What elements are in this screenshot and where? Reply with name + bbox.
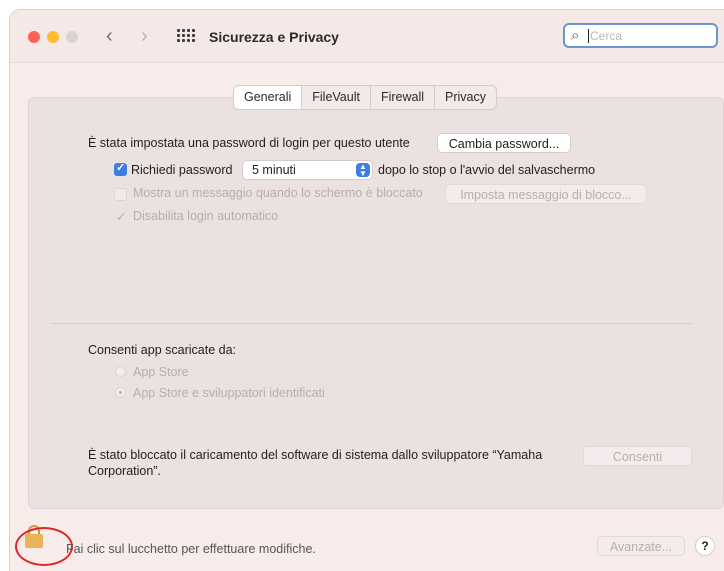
lock-instruction-text: Fai clic sul lucchetto per effettuare mo…: [66, 542, 316, 556]
tab-generali[interactable]: Generali: [234, 86, 302, 109]
title-bar: ‹ › Sicurezza e Privacy ⌕ Cerca: [10, 10, 724, 63]
require-password-value: 5 minuti: [252, 163, 296, 177]
allow-apps-label: Consenti app scaricate da:: [88, 343, 237, 357]
forward-arrow-icon[interactable]: ›: [141, 25, 148, 47]
show-all-grid-icon[interactable]: [177, 29, 195, 43]
show-message-label: Mostra un messaggio quando lo schermo è …: [133, 186, 423, 200]
help-button[interactable]: ?: [695, 536, 715, 556]
radio-app-store-identified-label: App Store e sviluppatori identificati: [133, 386, 325, 400]
tab-bar: Generali FileVault Firewall Privacy: [233, 85, 498, 110]
back-arrow-icon[interactable]: ‹: [106, 25, 113, 47]
chevron-updown-icon: ▲ ▼: [356, 163, 370, 178]
require-password-checkbox[interactable]: [114, 161, 127, 176]
search-icon: ⌕: [571, 27, 580, 44]
annotation-circle: [15, 527, 73, 566]
checkmark-icon: ✓: [116, 210, 127, 224]
zoom-window-button[interactable]: [66, 31, 78, 43]
tab-firewall[interactable]: Firewall: [369, 86, 434, 109]
minimize-window-button[interactable]: [47, 31, 59, 43]
change-password-button[interactable]: Cambia password...: [437, 133, 571, 153]
close-window-button[interactable]: [28, 31, 40, 43]
tab-filevault[interactable]: FileVault: [301, 86, 370, 109]
search-placeholder: Cerca: [590, 29, 623, 43]
search-input[interactable]: ⌕ Cerca: [563, 23, 718, 48]
require-password-suffix: dopo lo stop o l'avvio del salvaschermo: [378, 163, 596, 177]
require-password-label: Richiedi password: [131, 163, 233, 177]
section-divider: [50, 323, 692, 324]
blocked-software-text-line2: Corporation”.: [88, 464, 161, 478]
show-message-checkbox[interactable]: [114, 188, 127, 201]
text-cursor: [588, 29, 589, 43]
radio-app-store-identified[interactable]: [115, 387, 126, 398]
login-password-text: È stata impostata una password di login …: [88, 136, 410, 150]
window-title: Sicurezza e Privacy: [209, 29, 339, 45]
set-lock-message-button[interactable]: Imposta messaggio di blocco...: [445, 184, 647, 204]
radio-app-store[interactable]: [115, 366, 126, 377]
allow-button[interactable]: Consenti: [583, 446, 692, 466]
advanced-button[interactable]: Avanzate...: [597, 536, 685, 556]
blocked-software-text-line1: È stato bloccato il caricamento del soft…: [88, 448, 543, 462]
radio-app-store-label: App Store: [133, 365, 189, 379]
disable-autologin-label[interactable]: Disabilita login automatico: [133, 209, 278, 223]
tab-privacy[interactable]: Privacy: [434, 86, 496, 109]
require-password-select[interactable]: 5 minuti ▲ ▼: [242, 160, 373, 180]
security-privacy-window: ‹ › Sicurezza e Privacy ⌕ Cerca Generali…: [10, 10, 724, 571]
